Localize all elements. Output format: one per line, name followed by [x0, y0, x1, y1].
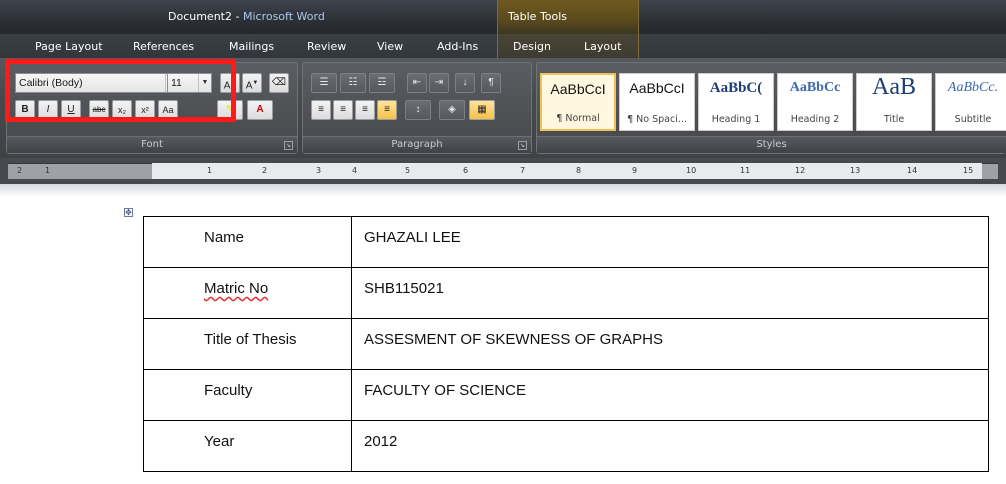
tab-references[interactable]: References [133, 40, 194, 53]
font-group-label: Font [7, 136, 297, 153]
paragraph-group-label: Paragraph [303, 136, 531, 153]
sort-icon[interactable]: ↓ [455, 73, 475, 93]
title-separator: - [232, 10, 243, 23]
table-cell-value[interactable]: GHAZALI LEE [351, 216, 989, 268]
dialog-launcher-icon[interactable]: ↘ [284, 141, 293, 150]
table-row: Year 2012 [143, 420, 989, 472]
decrease-indent-icon[interactable]: ⇤ [407, 73, 427, 93]
table-cell-label[interactable]: Matric No [143, 267, 352, 319]
tab-design[interactable]: Design [513, 40, 551, 53]
ruler-number: 11 [740, 166, 751, 175]
style-name: Heading 1 [711, 114, 761, 125]
style-normal[interactable]: AaBbCcI ¶ Normal [540, 73, 616, 131]
ruler-number: 8 [576, 166, 582, 175]
ruler-number: 15 [963, 166, 974, 175]
tab-page-layout[interactable]: Page Layout [35, 40, 103, 53]
tab-add-ins[interactable]: Add-Ins [437, 40, 478, 53]
ruler-number: 4 [352, 166, 358, 175]
bullets-icon[interactable]: ☰ [311, 73, 337, 93]
table-cell-value[interactable]: FACULTY OF SCIENCE [351, 369, 989, 421]
table-cell-value[interactable]: ASSESMENT OF SKEWNESS OF GRAPHS [351, 318, 989, 370]
document-name: Document2 [168, 10, 232, 23]
clear-formatting-icon[interactable]: ⌫ [269, 73, 289, 93]
paragraph-group: ☰ ☷ ☲ ⇤ ⇥ ↓ ¶ ≡ ≡ ≡ ≡ ↕ ◈ ▦ Paragraph ↘ [302, 62, 532, 154]
style-preview: AaBbCc [789, 80, 841, 95]
info-table[interactable]: Name GHAZALI LEE Matric No SHB115021 Tit… [143, 216, 989, 472]
multilevel-list-icon[interactable]: ☲ [369, 73, 395, 93]
style-subtitle[interactable]: AaBbCc. Subtitle [935, 73, 1006, 131]
style-preview: AaBbCcI [550, 81, 606, 97]
table-cell-label[interactable]: Title of Thesis [143, 318, 352, 370]
table-cell-label[interactable]: Name [143, 216, 352, 268]
ruler-number: 12 [795, 166, 806, 175]
ruler-number: 7 [520, 166, 526, 175]
ruler-number: 14 [907, 166, 918, 175]
highlight-box [5, 59, 236, 122]
table-cell-value[interactable]: SHB115021 [351, 267, 989, 319]
app-name: Microsoft Word [242, 10, 325, 23]
ruler-number: 3 [316, 166, 322, 175]
ruler-number: 5 [405, 166, 411, 175]
style-heading-2[interactable]: AaBbCc Heading 2 [777, 73, 853, 131]
spellcheck-text: Matric No [204, 280, 269, 297]
window-title: Document2 - Microsoft Word [168, 10, 325, 23]
ruler-number: 10 [686, 166, 697, 175]
style-preview: AaBbCc. [947, 80, 999, 95]
table-row: Name GHAZALI LEE [143, 216, 989, 268]
word-window: Document2 - Microsoft Word Table Tools P… [0, 0, 1006, 484]
ruler-shadow [0, 184, 1006, 197]
table-tools-group: Table Tools [497, 0, 639, 34]
numbering-icon[interactable]: ☷ [340, 73, 366, 93]
dialog-launcher-icon[interactable]: ↘ [518, 141, 527, 150]
line-spacing-icon[interactable]: ↕ [405, 100, 431, 120]
styles-group-label: Styles [537, 136, 1006, 153]
table-tools-label: Table Tools [508, 10, 568, 23]
shrink-font-icon[interactable]: A▼ [242, 73, 262, 93]
ruler-number: 2 [17, 166, 23, 175]
shading-icon[interactable]: ◈ [439, 100, 465, 120]
style-preview: AaBbC( [709, 80, 763, 96]
ruler-number: 1 [45, 166, 51, 175]
table-row: Faculty FACULTY OF SCIENCE [143, 369, 989, 421]
style-preview: AaBbCcI [629, 80, 685, 96]
align-center-icon[interactable]: ≡ [333, 100, 353, 120]
style-name: Subtitle [954, 114, 992, 125]
style-no-spacing[interactable]: AaBbCcI ¶ No Spaci... [619, 73, 695, 131]
style-heading-1[interactable]: AaBbC( Heading 1 [698, 73, 774, 131]
style-preview: AaB [872, 74, 916, 100]
ruler-number: 6 [463, 166, 469, 175]
table-cell-value[interactable]: 2012 [351, 420, 989, 472]
ruler-number: 1 [207, 166, 213, 175]
style-title[interactable]: AaB Title [856, 73, 932, 131]
ruler[interactable]: 2 1 1 2 3 4 5 6 7 8 9 10 11 12 13 14 15 [0, 158, 1006, 184]
tab-review[interactable]: Review [307, 40, 346, 53]
style-name: Heading 2 [790, 114, 840, 125]
borders-icon[interactable]: ▦ [469, 100, 495, 120]
tab-view[interactable]: View [377, 40, 403, 53]
style-name: ¶ Normal [556, 113, 600, 124]
align-right-icon[interactable]: ≡ [355, 100, 375, 120]
ruler-number: 2 [262, 166, 268, 175]
align-left-icon[interactable]: ≡ [311, 100, 331, 120]
style-name: Title [883, 114, 905, 125]
table-cell-label[interactable]: Faculty [143, 369, 352, 421]
style-name: ¶ No Spaci... [627, 114, 687, 125]
ruler-number: 9 [632, 166, 638, 175]
justify-icon[interactable]: ≡ [377, 100, 397, 120]
table-move-handle-icon[interactable]: ✥ [124, 208, 133, 217]
font-color-icon[interactable]: A [247, 100, 273, 120]
increase-indent-icon[interactable]: ⇥ [429, 73, 449, 93]
table-cell-label[interactable]: Year [143, 420, 352, 472]
tab-layout[interactable]: Layout [584, 40, 621, 53]
show-formatting-icon[interactable]: ¶ [481, 73, 501, 93]
tab-mailings[interactable]: Mailings [229, 40, 274, 53]
ruler-number: 13 [850, 166, 861, 175]
styles-group: AaBbCcI ¶ Normal AaBbCcI ¶ No Spaci... A… [536, 62, 1006, 154]
table-row: Title of Thesis ASSESMENT OF SKEWNESS OF… [143, 318, 989, 370]
table-row: Matric No SHB115021 [143, 267, 989, 319]
